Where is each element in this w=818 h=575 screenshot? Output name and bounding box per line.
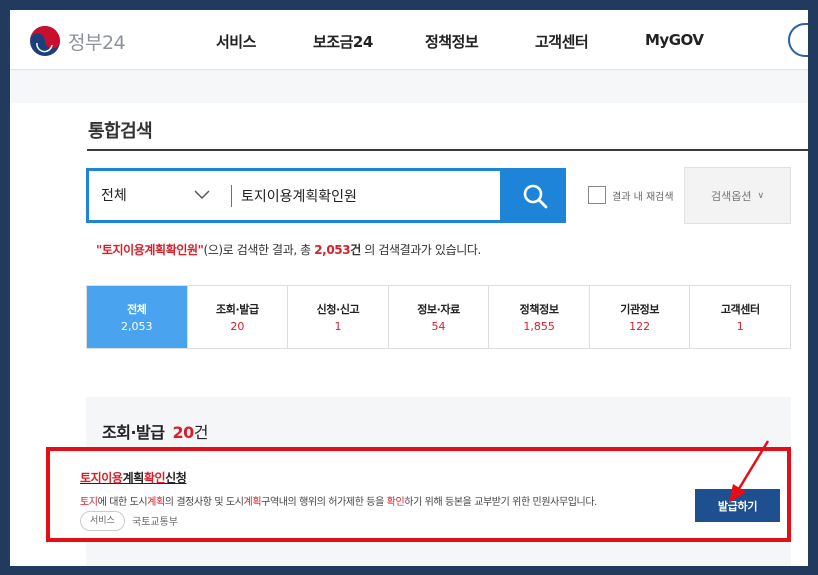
text-fragment: 에 대한 도시 [97, 497, 148, 508]
nav-policy-info[interactable]: 정책정보 [425, 31, 479, 52]
nav-subsidy24[interactable]: 보조금24 [313, 31, 373, 52]
nav-mygov[interactable]: MyGOV [645, 31, 704, 49]
search-scope-select[interactable]: 전체 [101, 185, 127, 205]
category-tab[interactable]: 기관정보 122 [589, 286, 691, 348]
tab-count: 1,855 [523, 320, 555, 333]
search-options-button[interactable]: 검색옵션 ∨ [684, 167, 791, 224]
text-fragment: 신청 [165, 471, 187, 485]
recheck-checkbox[interactable] [588, 186, 606, 204]
highlighted-term: 확인 [386, 497, 405, 508]
search-box: 전체 [86, 168, 503, 223]
category-tabs: 전체 2,053 조회·발급 20 신청·신고 1 정보·자료 54 정책정보 1,855 기관정보… [86, 285, 791, 349]
category-tab[interactable]: 정책정보 1,855 [489, 286, 590, 348]
result-title-link[interactable]: 토지이용계획확인신청 [80, 469, 187, 486]
tab-label: 고객센터 [720, 303, 760, 316]
chevron-down-icon: ∨ [757, 190, 765, 201]
recheck-label: 결과 내 재검색 [612, 191, 674, 203]
taegeuk-logo-icon [30, 26, 60, 56]
tab-count: 2,053 [121, 320, 153, 333]
chevron-down-icon[interactable] [193, 185, 211, 203]
summary-unit: 건 [350, 243, 361, 257]
summary-count: 2,053 [314, 243, 351, 257]
search-icon [523, 184, 547, 208]
highlighted-term: 확인 [143, 471, 166, 485]
tab-label: 정보·자료 [417, 303, 460, 316]
nav-customer-center[interactable]: 고객센터 [535, 31, 589, 52]
nav-services[interactable]: 서비스 [216, 31, 256, 52]
text-fragment: 계획 [122, 471, 145, 485]
site-logo[interactable]: 정부24 [28, 24, 126, 58]
summary-text: (으)로 검색한 결과, 총 [203, 243, 315, 257]
search-input[interactable] [241, 180, 491, 212]
service-tag: 서비스 [80, 511, 125, 531]
tab-label: 기관정보 [620, 303, 660, 316]
search-summary: "토지이용계획확인원"(으)로 검색한 결과, 총 2,053건 의 검색결과가… [96, 241, 481, 258]
category-tab[interactable]: 전체 2,053 [87, 286, 188, 348]
page-title: 통합검색 [88, 121, 153, 142]
header-round-button[interactable] [788, 23, 808, 57]
tab-count: 54 [431, 320, 446, 333]
tab-label: 조회·발급 [216, 303, 259, 316]
result-description: 토지에 대한 도시계획의 결정사항 및 도시계획구역내의 행위의 허가제한 등을… [80, 493, 597, 508]
site-header: 정부24 서비스 보조금24 정책정보 고객센터 MyGOV [10, 10, 808, 70]
section-title: 조회·발급 [102, 423, 165, 442]
category-tab[interactable]: 신청·신고 1 [288, 286, 389, 348]
result-organization: 국토교통부 [132, 517, 178, 528]
search-button[interactable] [503, 168, 566, 223]
recheck-option[interactable]: 결과 내 재검색 [588, 186, 674, 204]
tab-label: 정책정보 [519, 303, 559, 316]
title-divider [87, 149, 808, 151]
section-heading: 조회·발급 20건 [102, 419, 208, 443]
issue-button[interactable]: 발급하기 [695, 489, 780, 522]
section-unit: 건 [193, 423, 209, 442]
tab-label: 신청·신고 [316, 303, 360, 316]
tab-count: 20 [230, 320, 245, 333]
text-fragment: 하기 위해 등본을 교부받기 위한 민원사무입니다. [404, 497, 597, 508]
summary-keyword: "토지이용계획확인원" [96, 243, 204, 257]
tab-count: 1 [736, 320, 744, 333]
highlighted-term: 토지 [80, 497, 98, 508]
search-options-label: 검색옵션 [710, 189, 752, 203]
search-divider [231, 185, 232, 207]
result-item: 토지이용계획확인신청 토지에 대한 도시계획의 결정사항 및 도시계획구역내의 … [46, 447, 791, 542]
category-tab[interactable]: 정보·자료 54 [388, 286, 490, 348]
category-tab[interactable]: 고객센터 1 [690, 286, 791, 348]
text-fragment: 구역내의 행위의 허가제한 등을 [261, 497, 387, 508]
highlighted-term: 계획 [147, 497, 165, 508]
tab-count: 1 [334, 320, 342, 333]
sub-bar [10, 71, 808, 103]
category-tab[interactable]: 조회·발급 20 [187, 286, 289, 348]
logo-text: 정부24 [68, 31, 126, 54]
highlighted-term: 토지이용 [80, 471, 123, 485]
text-fragment: 의 결정사항 및 도시 [164, 497, 244, 508]
tab-label: 전체 [127, 303, 147, 316]
summary-text-end: 의 검색결과가 있습니다. [360, 243, 481, 257]
tab-count: 122 [629, 320, 651, 333]
section-count: 20 [172, 423, 194, 442]
highlighted-term: 계획 [243, 497, 262, 508]
